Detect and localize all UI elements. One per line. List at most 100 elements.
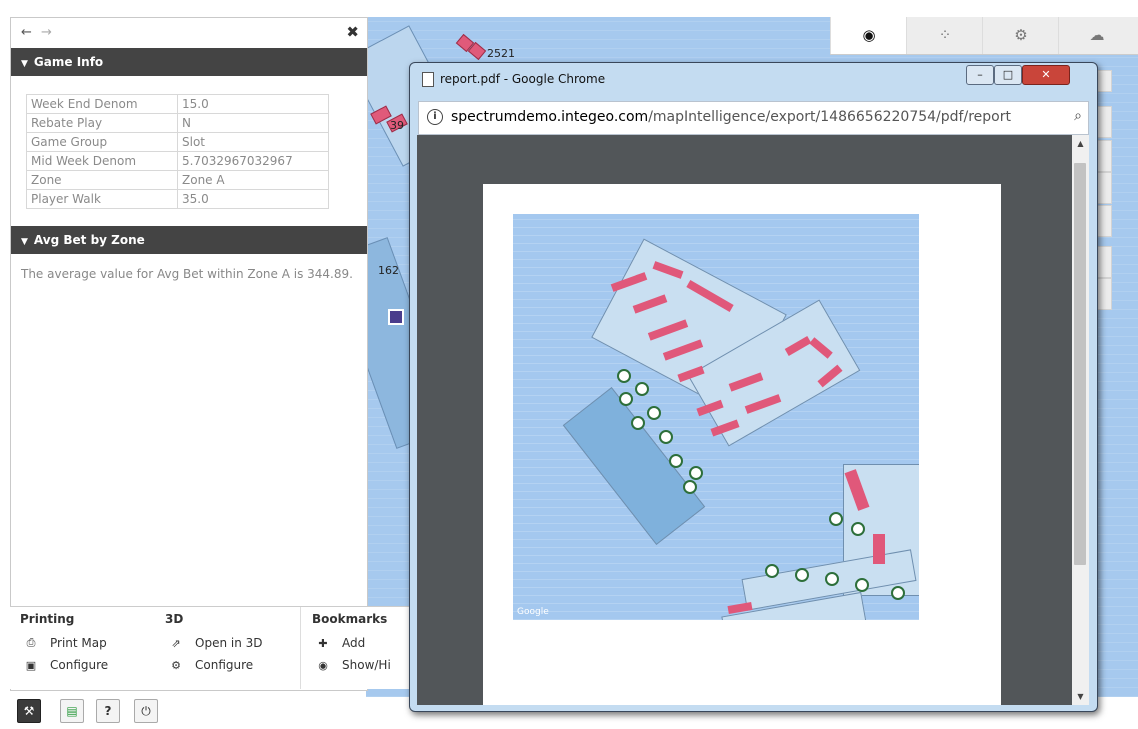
show-hide-bookmarks-button[interactable]: ◉ Show/Hi — [302, 654, 415, 676]
gear-icon: ⚙ — [171, 658, 181, 672]
pdf-machine — [683, 480, 697, 494]
avg-bet-text: The average value for Avg Bet within Zon… — [21, 267, 353, 281]
pdf-page: Google — [483, 184, 1001, 705]
scroll-up-arrow-icon[interactable]: ▲ — [1072, 139, 1089, 148]
print-configure-button[interactable]: ▣ Configure — [10, 654, 155, 676]
row-value: Slot — [177, 132, 329, 152]
pdf-machine — [619, 392, 633, 406]
pdf-machine — [617, 369, 631, 383]
pdf-map-image: Google — [513, 214, 919, 620]
pdf-viewer[interactable]: Google — [417, 135, 1072, 705]
row-key: Zone — [26, 170, 178, 190]
cloud-icon[interactable]: ☁ — [1058, 17, 1135, 54]
printer-icon: ⎙ — [26, 636, 36, 649]
pdf-machine — [631, 416, 645, 430]
table-row: Game Group Slot — [26, 132, 329, 152]
print-map-button[interactable]: ⎙ Print Map — [10, 632, 155, 654]
chrome-popup-window[interactable]: report.pdf - Google Chrome – □ ✕ i spect… — [409, 62, 1098, 712]
wrench-button[interactable]: ⚒ — [17, 699, 41, 723]
help-icon: ? — [104, 704, 112, 718]
add-bookmark-button[interactable]: ✚ Add — [302, 632, 415, 654]
row-value: 35.0 — [177, 189, 329, 209]
pdf-machine — [669, 454, 683, 468]
row-value: 15.0 — [177, 94, 329, 114]
comment-button[interactable]: ▤ — [60, 699, 84, 723]
avg-bet-title: Avg Bet by Zone — [33, 233, 145, 247]
printing-title: Printing — [20, 612, 75, 626]
pdf-machine — [891, 586, 905, 600]
row-key: Rebate Play — [26, 113, 178, 133]
help-button[interactable]: ? — [96, 699, 120, 723]
collapse-triangle-icon: ▼ — [21, 237, 28, 247]
configure-label: Configure — [50, 658, 109, 672]
avg-bet-header[interactable]: ▼ Avg Bet by Zone — [11, 226, 367, 254]
map-label: 39 — [390, 119, 404, 132]
scroll-down-arrow-icon[interactable]: ▼ — [1072, 692, 1089, 701]
row-key: Mid Week Denom — [26, 151, 178, 171]
row-key: Player Walk — [26, 189, 178, 209]
scroll-thumb[interactable] — [1074, 163, 1086, 565]
eye-icon[interactable]: ◉ — [830, 17, 907, 54]
table-row: Week End Denom 15.0 — [26, 94, 329, 114]
pdf-machine — [765, 564, 779, 578]
window-title-text: report.pdf - Google Chrome — [440, 72, 606, 86]
pdf-scrollbar[interactable]: ▲ ▼ — [1072, 135, 1089, 705]
close-window-button[interactable]: ✕ — [1022, 65, 1070, 85]
maximize-button[interactable]: □ — [994, 65, 1022, 85]
row-key: Week End Denom — [26, 94, 178, 114]
pdf-machine — [635, 382, 649, 396]
power-icon: ⏻ — [141, 704, 151, 718]
info-panel: ← → ✖ ▼ Game Info Week End Denom 15.0 Reba… — [10, 17, 368, 691]
pdf-machine — [689, 466, 703, 480]
plus-icon: ✚ — [318, 636, 328, 650]
table-row: Mid Week Denom 5.7032967032967 — [26, 151, 329, 171]
open-3d-button[interactable]: ⇗ Open in 3D — [155, 632, 300, 654]
configure-label: Configure — [195, 658, 254, 672]
tools-bar: Printing ⎙ Print Map ▣ Configure 3D ⇗ Open … — [10, 606, 415, 689]
gear-icon[interactable]: ⚙ — [982, 17, 1059, 54]
google-attribution: Google — [517, 607, 549, 617]
table-row: Player Walk 35.0 — [26, 189, 329, 209]
map-machine-icon — [388, 309, 404, 325]
info-icon[interactable]: i — [427, 109, 443, 125]
document-icon — [422, 71, 434, 87]
pdf-machine — [825, 572, 839, 586]
row-key: Game Group — [26, 132, 178, 152]
back-arrow-icon[interactable]: ← — [21, 25, 32, 40]
collapse-triangle-icon: ▼ — [21, 59, 28, 69]
forward-arrow-icon[interactable]: → — [41, 25, 52, 40]
3d-group: 3D ⇗ Open in 3D ⚙ Configure — [155, 607, 301, 689]
map-label: 162 — [378, 264, 399, 277]
right-panel-tabs: ◉ ⁘ ⚙ ☁ — [830, 17, 1138, 55]
3d-configure-button[interactable]: ⚙ Configure — [155, 654, 300, 676]
url-text[interactable]: spectrumdemo.integeo.com/mapIntelligence… — [451, 109, 1011, 125]
add-label: Add — [342, 636, 366, 650]
power-button[interactable]: ⏻ — [134, 699, 158, 723]
game-info-table: Week End Denom 15.0 Rebate Play N Game Gro… — [26, 94, 329, 209]
panel-nav: ← → ✖ — [11, 18, 367, 48]
table-row: Rebate Play N — [26, 113, 329, 133]
3d-title: 3D — [165, 612, 184, 626]
game-info-header[interactable]: ▼ Game Info — [11, 48, 367, 76]
print-map-label: Print Map — [50, 636, 107, 650]
configure-icon: ▣ — [25, 658, 37, 672]
close-icon[interactable]: ✖ — [346, 23, 359, 41]
pdf-slot — [873, 534, 885, 564]
url-bar[interactable]: i spectrumdemo.integeo.com/mapIntelligen… — [418, 101, 1089, 135]
row-value: N — [177, 113, 329, 133]
window-title: report.pdf - Google Chrome — [422, 68, 605, 90]
eye-icon: ◉ — [318, 658, 328, 672]
url-path: /mapIntelligence/export/1486656220754/pd… — [648, 109, 1011, 125]
pdf-zone — [562, 387, 706, 545]
minimize-button[interactable]: – — [966, 65, 994, 85]
network-icon[interactable]: ⁘ — [906, 17, 983, 54]
zoom-icon[interactable]: ⌕ — [1074, 108, 1082, 124]
pdf-machine — [647, 406, 661, 420]
open-3d-label: Open in 3D — [195, 636, 263, 650]
comment-icon: ▤ — [66, 704, 78, 718]
external-link-icon: ⇗ — [171, 636, 181, 650]
url-host: spectrumdemo.integeo.com — [451, 109, 649, 125]
game-info-title: Game Info — [33, 55, 104, 69]
pdf-machine — [659, 430, 673, 444]
pdf-machine — [829, 512, 843, 526]
